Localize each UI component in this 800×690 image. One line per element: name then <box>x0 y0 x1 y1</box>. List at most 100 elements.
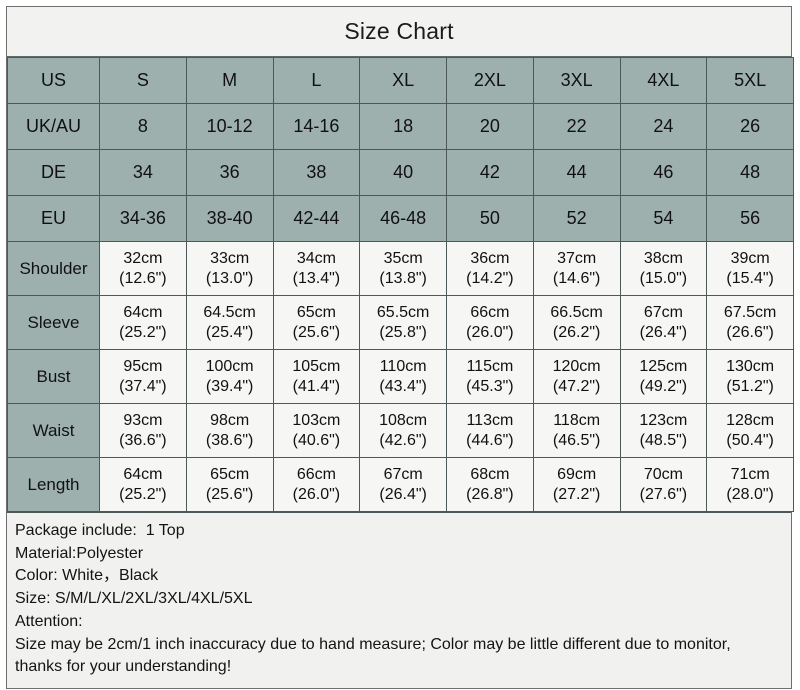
cell-shoulder-2xl: 36cm (14.2") <box>446 241 534 296</box>
value-cm: 103cm <box>292 411 341 429</box>
value-inch: (43.4") <box>379 377 427 395</box>
value-inch: (25.2") <box>119 485 167 503</box>
table-row-us: US S M L XL 2XL 3XL 4XL 5XL <box>7 57 794 104</box>
value-cm: 120cm <box>552 357 601 375</box>
value-cm: 67cm <box>643 303 683 321</box>
value-cm: 130cm <box>726 357 775 375</box>
cell-de-4xl: 46 <box>619 149 708 196</box>
value-cm: 113cm <box>466 411 514 429</box>
cell-ukau-2xl: 20 <box>446 103 534 150</box>
cell-us-s: S <box>99 57 187 104</box>
value-cm: 100cm <box>205 357 254 375</box>
value-inch: (36.6") <box>119 431 167 449</box>
table-row-length: Length 64cm (25.2") 65cm (25.6") 66cm (26.0… <box>7 457 794 512</box>
cell-ukau-l: 14-16 <box>272 103 361 150</box>
table-row-waist: Waist 93cm (36.6") 98cm (38.6") 103cm (40.6… <box>7 403 794 458</box>
value-inch: (48.5") <box>639 431 688 449</box>
cell-sleeve-2xl: 66cm (26.0") <box>446 295 534 350</box>
table-row-ukau: UK/AU 8 10-12 14-16 18 20 22 24 26 <box>7 103 794 150</box>
value-inch: (13.4") <box>292 269 341 287</box>
cell-eu-s: 34-36 <box>99 195 187 242</box>
cell-length-s: 64cm (25.2") <box>99 457 187 512</box>
cell-shoulder-xl: 35cm (13.8") <box>359 241 447 296</box>
cell-shoulder-3xl: 37cm (14.6") <box>532 241 621 296</box>
value-inch: (40.6") <box>292 431 341 449</box>
table-row-bust: Bust 95cm (37.4") 100cm (39.4") 105cm (41.4… <box>7 349 794 404</box>
cell-sleeve-3xl: 66.5cm (26.2") <box>532 295 621 350</box>
value-cm: 67.5cm <box>723 303 777 321</box>
cell-de-l: 38 <box>272 149 361 196</box>
table-row-de: DE 34 36 38 40 42 44 46 48 <box>7 149 794 196</box>
value-cm: 108cm <box>379 411 428 429</box>
cell-sleeve-5xl: 67.5cm (26.6") <box>706 295 794 350</box>
value-inch: (25.2") <box>119 323 167 341</box>
row-label-waist: Waist <box>7 403 100 458</box>
value-inch: (42.6") <box>379 431 427 449</box>
value-cm: 128cm <box>726 411 775 429</box>
value-cm: 66.5cm <box>550 303 603 321</box>
cell-waist-4xl: 123cm (48.5") <box>619 403 708 458</box>
value-inch: (27.6") <box>639 485 688 503</box>
cell-eu-2xl: 50 <box>446 195 534 242</box>
cell-eu-4xl: 54 <box>619 195 708 242</box>
cell-de-xl: 40 <box>359 149 447 196</box>
cell-us-2xl: 2XL <box>446 57 534 104</box>
value-inch: (26.6") <box>726 323 774 341</box>
value-inch: (12.6") <box>119 269 167 287</box>
value-cm: 110cm <box>379 357 427 375</box>
value-cm: 33cm <box>210 249 250 267</box>
cell-length-m: 65cm (25.6") <box>185 457 274 512</box>
cell-shoulder-m: 33cm (13.0") <box>185 241 274 296</box>
value-cm: 37cm <box>557 249 597 267</box>
value-cm: 66cm <box>470 303 510 321</box>
value-cm: 105cm <box>292 357 341 375</box>
cell-length-l: 66cm (26.0") <box>272 457 361 512</box>
value-cm: 98cm <box>210 411 250 429</box>
row-label-shoulder: Shoulder <box>7 241 100 296</box>
cell-us-4xl: 4XL <box>619 57 708 104</box>
cell-de-s: 34 <box>99 149 187 196</box>
cell-ukau-4xl: 24 <box>619 103 708 150</box>
cell-ukau-3xl: 22 <box>532 103 621 150</box>
value-inch: (26.0") <box>292 485 341 503</box>
cell-eu-m: 38-40 <box>185 195 274 242</box>
cell-bust-5xl: 130cm (51.2") <box>706 349 794 404</box>
value-cm: 118cm <box>553 411 601 429</box>
value-inch: (13.0") <box>205 269 254 287</box>
cell-shoulder-l: 34cm (13.4") <box>272 241 361 296</box>
row-label-length: Length <box>7 457 100 512</box>
value-cm: 64.5cm <box>203 303 256 321</box>
value-cm: 67cm <box>383 465 423 483</box>
value-inch: (50.4") <box>726 431 774 449</box>
cell-us-xl: XL <box>359 57 447 104</box>
value-inch: (41.4") <box>292 377 341 395</box>
cell-de-2xl: 42 <box>446 149 534 196</box>
size-chart-table: US S M L XL 2XL 3XL 4XL 5XL UK/AU 8 10-1… <box>7 57 794 512</box>
value-inch: (49.2") <box>639 377 688 395</box>
value-inch: (26.4") <box>639 323 688 341</box>
cell-ukau-5xl: 26 <box>706 103 794 150</box>
value-cm: 125cm <box>639 357 688 375</box>
cell-bust-l: 105cm (41.4") <box>272 349 361 404</box>
value-inch: (26.2") <box>552 323 601 341</box>
row-label-us: US <box>7 57 100 104</box>
value-cm: 71cm <box>730 465 770 483</box>
note-material: Material:Polyester <box>15 544 144 562</box>
row-label-de: DE <box>7 149 100 196</box>
row-label-eu: EU <box>7 195 100 242</box>
value-inch: (27.2") <box>552 485 601 503</box>
cell-sleeve-l: 65cm (25.6") <box>272 295 361 350</box>
cell-sleeve-m: 64.5cm (25.4") <box>185 295 274 350</box>
cell-length-2xl: 68cm (26.8") <box>446 457 534 512</box>
cell-waist-m: 98cm (38.6") <box>185 403 274 458</box>
cell-shoulder-4xl: 38cm (15.0") <box>619 241 708 296</box>
cell-de-3xl: 44 <box>532 149 621 196</box>
value-cm: 64cm <box>123 303 163 321</box>
cell-waist-3xl: 118cm (46.5") <box>532 403 621 458</box>
value-inch: (26.8") <box>466 485 514 503</box>
cell-waist-s: 93cm (36.6") <box>99 403 187 458</box>
value-cm: 95cm <box>123 357 163 375</box>
value-inch: (45.3") <box>466 377 514 395</box>
value-cm: 65.5cm <box>376 303 430 321</box>
cell-eu-xl: 46-48 <box>359 195 447 242</box>
